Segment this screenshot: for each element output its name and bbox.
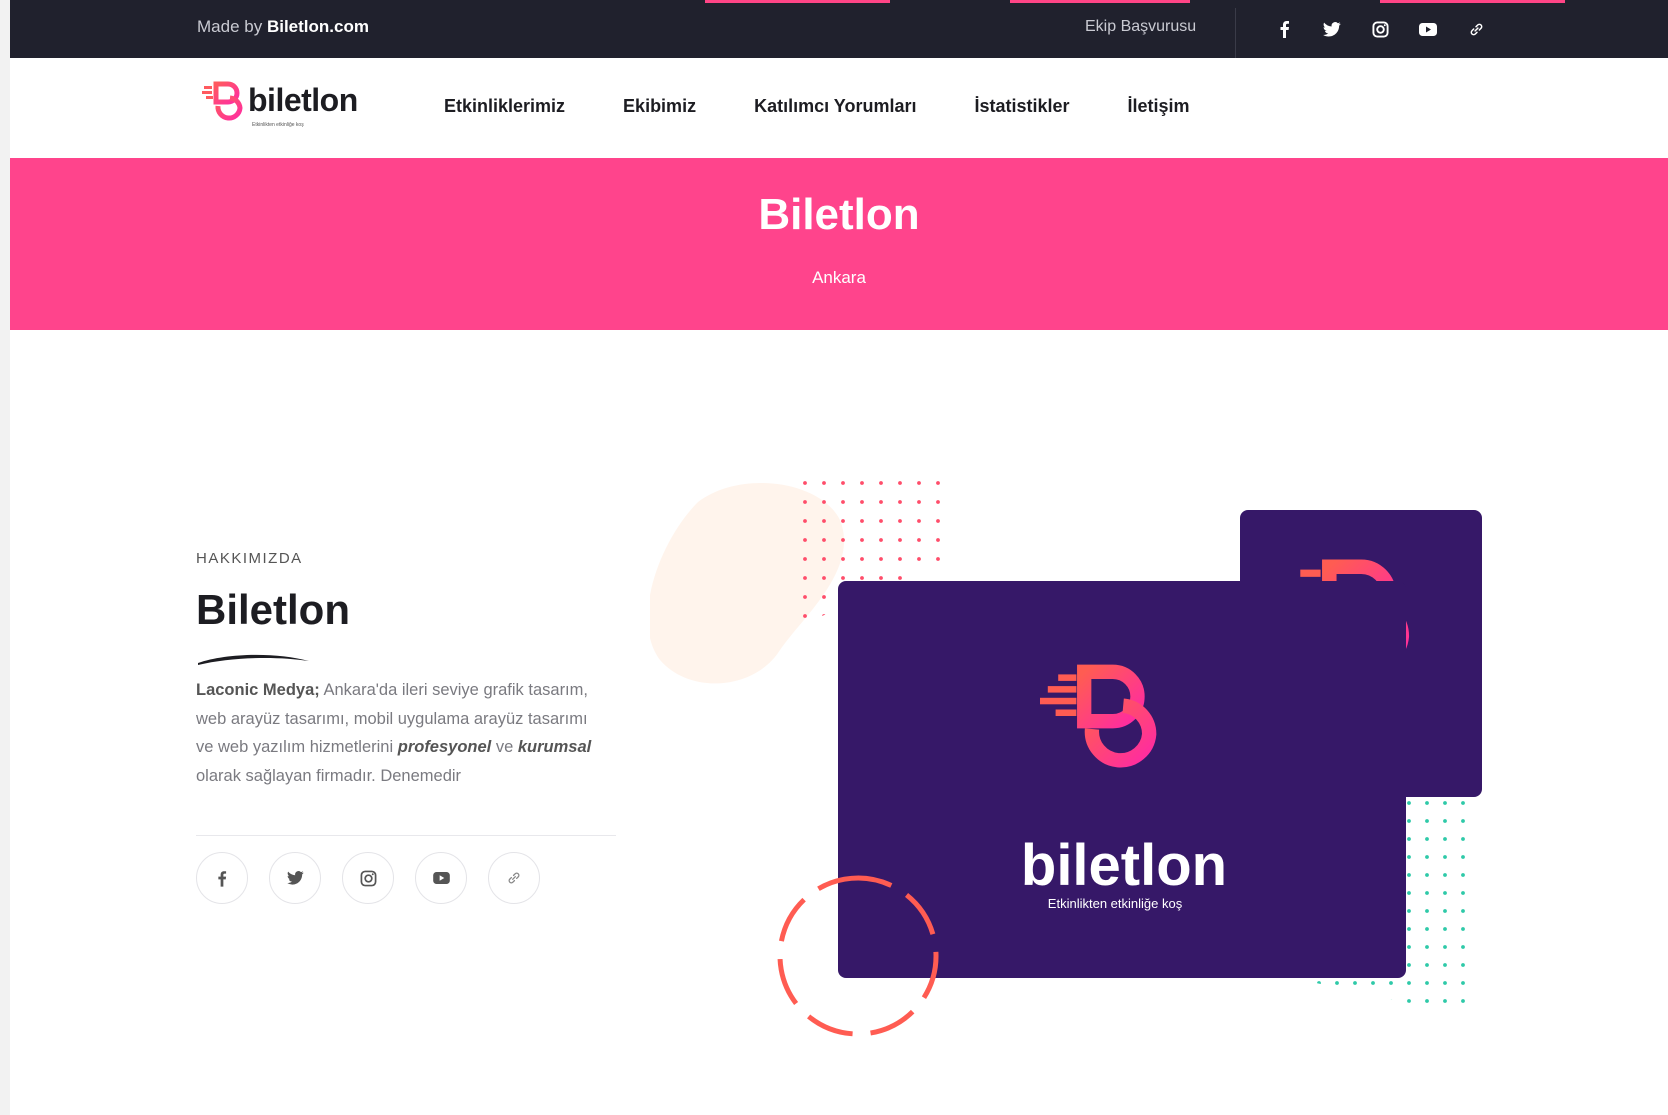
facebook-icon[interactable] (1272, 17, 1296, 41)
made-by-brand-link[interactable]: Biletlon.com (267, 17, 369, 36)
link-icon[interactable] (1464, 17, 1488, 41)
divider (1235, 8, 1236, 58)
section-title: Biletlon (196, 586, 350, 633)
about-emphasis: profesyonel (397, 738, 492, 756)
brand-artwork: biletlon Etkinlikten etkinliğe koş (650, 480, 1482, 1037)
instagram-icon[interactable] (342, 852, 394, 904)
made-by-text: Made by Biletlon.com (197, 17, 369, 37)
nav-item-statistics[interactable]: İstatistikler (974, 96, 1069, 117)
nav-item-events[interactable]: Etkinliklerimiz (444, 96, 565, 117)
top-bar-accent (705, 0, 890, 3)
card-logo-text: biletlon (1021, 833, 1227, 898)
top-social-links (1272, 17, 1488, 41)
made-by-prefix: Made by (197, 17, 267, 36)
main-navbar: biletlon Etkinlikten etkinliğe koş Etkin… (10, 58, 1668, 158)
youtube-icon[interactable] (1416, 17, 1440, 41)
logo-tagline: Etkinlikten etkinliğe koş (252, 122, 304, 128)
team-application-link[interactable]: Ekip Başvurusu (1085, 18, 1196, 36)
youtube-icon[interactable] (415, 852, 467, 904)
about-text-part: olarak sağlayan firmadır. Denemedir (196, 766, 462, 785)
facebook-icon[interactable] (196, 852, 248, 904)
logo-text: biletlon (248, 82, 358, 118)
about-text-part: ve (491, 738, 518, 756)
nav-item-contact[interactable]: İletişim (1128, 96, 1190, 117)
twitter-icon[interactable] (1320, 17, 1344, 41)
twitter-icon[interactable] (269, 852, 321, 904)
instagram-icon[interactable] (1368, 17, 1392, 41)
link-icon[interactable] (488, 852, 540, 904)
about-emphasis: kurumsal (517, 738, 592, 756)
nav-menu: Etkinliklerimiz Ekibimiz Katılımcı Yorum… (444, 96, 1248, 117)
page: Made by Biletlon.com Ekip Başvurusu bile… (10, 0, 1668, 1115)
divider (196, 835, 616, 836)
nav-item-team[interactable]: Ekibimiz (623, 96, 696, 117)
front-card (838, 581, 1406, 978)
about-description: Laconic Medya; Ankara'da ileri seviye gr… (196, 676, 606, 790)
about-social-links (196, 852, 540, 904)
page-hero: Biletlon Ankara (10, 158, 1668, 330)
top-bar: Made by Biletlon.com Ekip Başvurusu (10, 0, 1668, 58)
section-eyebrow: HAKKIMIZDA (196, 550, 303, 567)
page-title: Biletlon (758, 190, 920, 239)
company-name: Laconic Medya; (196, 681, 320, 699)
title-underline-swoosh (198, 654, 309, 665)
top-bar-accent (1380, 0, 1565, 3)
logo-b-icon (202, 81, 243, 121)
top-bar-accent (1010, 0, 1190, 3)
nav-item-reviews[interactable]: Katılımcı Yorumları (754, 96, 916, 117)
page-subtitle: Ankara (812, 268, 866, 287)
card-logo-tagline: Etkinlikten etkinliğe koş (1048, 896, 1183, 911)
brand-logo[interactable]: biletlon Etkinlikten etkinliğe koş (202, 80, 382, 140)
